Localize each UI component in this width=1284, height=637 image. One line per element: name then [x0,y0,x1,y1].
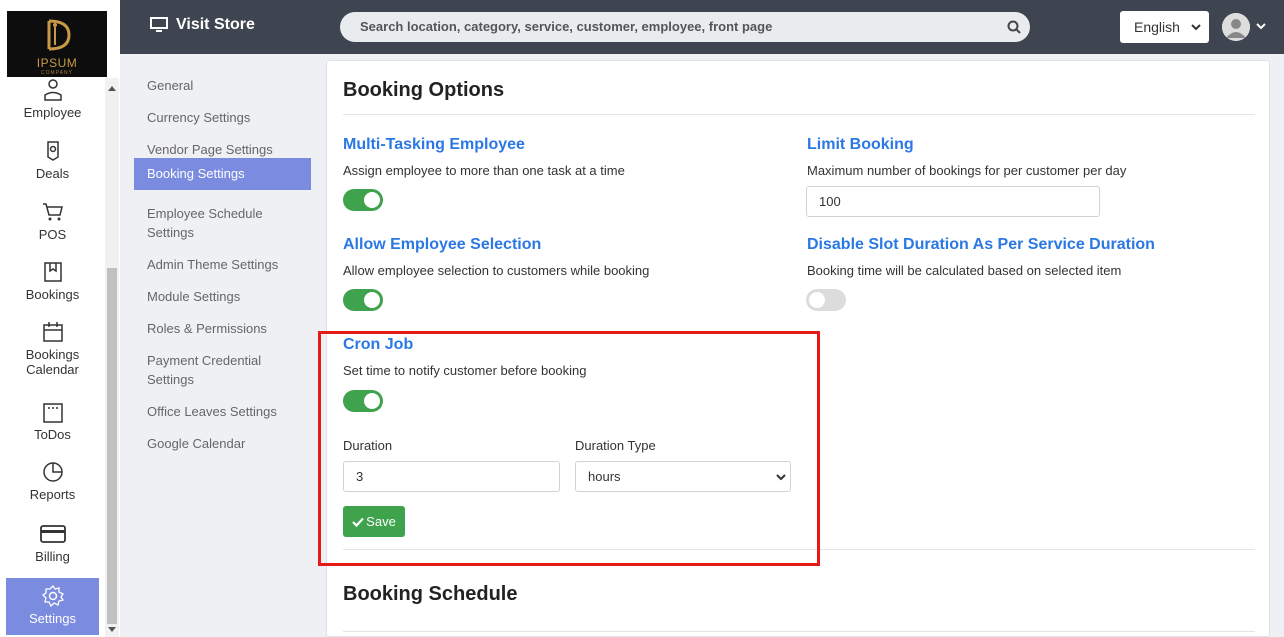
nav-label: Deals [35,166,70,181]
divider [343,631,1255,632]
top-bar: Visit Store English [120,0,1284,54]
nav-label: Settings [29,611,76,626]
submenu-item-employee-schedule[interactable]: Employee Schedule Settings [134,196,311,250]
submenu-item-admin-theme[interactable]: Admin Theme Settings [134,247,311,282]
nav-label: ToDos [34,427,71,442]
submenu-item-roles[interactable]: Roles & Permissions [134,311,311,346]
submenu-item-google-calendar[interactable]: Google Calendar [134,426,311,461]
todos-icon [42,403,63,423]
nav-item-settings[interactable]: Settings [6,578,99,635]
highlight-annotation-box [318,331,820,566]
nav-label: Reports [29,487,76,502]
toggle-knob [364,192,380,208]
nav-item-deals[interactable]: Deals [6,139,99,189]
left-nav: IPSUM COMPANY Employee Deals POS Booking… [0,0,120,637]
bookings-icon [43,262,62,282]
page-title: Booking Options [343,79,505,101]
divider [343,114,1255,115]
nav-item-pos[interactable]: POS [6,200,99,250]
disable-slot-desc: Booking time will be calculated based on… [807,263,1122,278]
user-avatar-icon [1222,13,1250,41]
chevron-down-icon [1191,24,1201,31]
multi-tasking-title: Multi-Tasking Employee [343,136,525,153]
scroll-thumb[interactable] [107,268,117,624]
toggle-knob [364,292,380,308]
nav-item-reports[interactable]: Reports [6,460,99,510]
limit-booking-title: Limit Booking [807,136,914,153]
search-input[interactable] [360,19,1000,34]
scroll-up-icon[interactable] [108,86,116,91]
limit-booking-input[interactable]: 100 [806,186,1100,217]
language-select[interactable]: English [1120,11,1209,43]
toggle-knob [809,292,825,308]
submenu-item-booking-settings[interactable]: Booking Settings [134,158,311,190]
deals-icon [46,141,59,161]
nav-label: Employee [23,105,82,120]
logo-sub-text: COMPANY [41,70,73,76]
settings-submenu: General Currency Settings Vendor Page Se… [120,54,325,637]
nav-label: Bookings Calendar [25,347,80,377]
nav-item-employee[interactable]: Employee [6,78,99,128]
credit-card-icon [39,525,66,543]
nav-label: POS [38,227,67,242]
monitor-icon [150,17,168,32]
disable-slot-title: Disable Slot Duration As Per Service Dur… [807,236,1155,253]
visit-store-label: Visit Store [176,16,255,33]
visit-store-link[interactable]: Visit Store [150,16,255,34]
company-logo[interactable]: IPSUM COMPANY [7,11,107,77]
allow-selection-toggle[interactable] [343,289,383,311]
submenu-item-general[interactable]: General [134,68,311,103]
nav-item-bookings-calendar[interactable]: Bookings Calendar [6,320,99,386]
search-icon[interactable] [1007,20,1021,34]
allow-selection-desc: Allow employee selection to customers wh… [343,263,650,278]
chevron-down-icon[interactable] [1256,22,1266,30]
nav-label: Bookings [25,287,80,302]
language-value: English [1134,19,1180,35]
logo-monogram-icon [47,19,71,51]
cart-icon [42,203,63,221]
limit-booking-desc: Maximum number of bookings for per custo… [807,163,1127,178]
logo-brand-text: IPSUM [36,56,78,70]
avatar[interactable] [1222,13,1250,41]
submenu-item-office-leaves[interactable]: Office Leaves Settings [134,394,311,429]
submenu-item-module[interactable]: Module Settings [134,279,311,314]
search-bar[interactable] [340,12,1030,42]
calendar-icon [42,322,63,342]
submenu-item-payment-credential[interactable]: Payment Credential Settings [134,343,311,397]
submenu-item-currency[interactable]: Currency Settings [134,100,311,135]
nav-label: Billing [35,549,70,564]
disable-slot-toggle[interactable] [806,289,846,311]
gear-icon [41,584,64,608]
nav-item-bookings[interactable]: Bookings [6,260,99,310]
scroll-down-icon[interactable] [108,627,116,632]
allow-selection-title: Allow Employee Selection [343,236,542,253]
employee-icon [43,79,62,101]
multi-tasking-toggle[interactable] [343,189,383,211]
nav-scrollbar[interactable] [105,78,119,637]
nav-item-todos[interactable]: ToDos [6,400,99,450]
multi-tasking-desc: Assign employee to more than one task at… [343,163,625,178]
pie-chart-icon [42,462,63,482]
booking-schedule-title: Booking Schedule [343,583,518,605]
nav-item-billing[interactable]: Billing [6,522,99,572]
